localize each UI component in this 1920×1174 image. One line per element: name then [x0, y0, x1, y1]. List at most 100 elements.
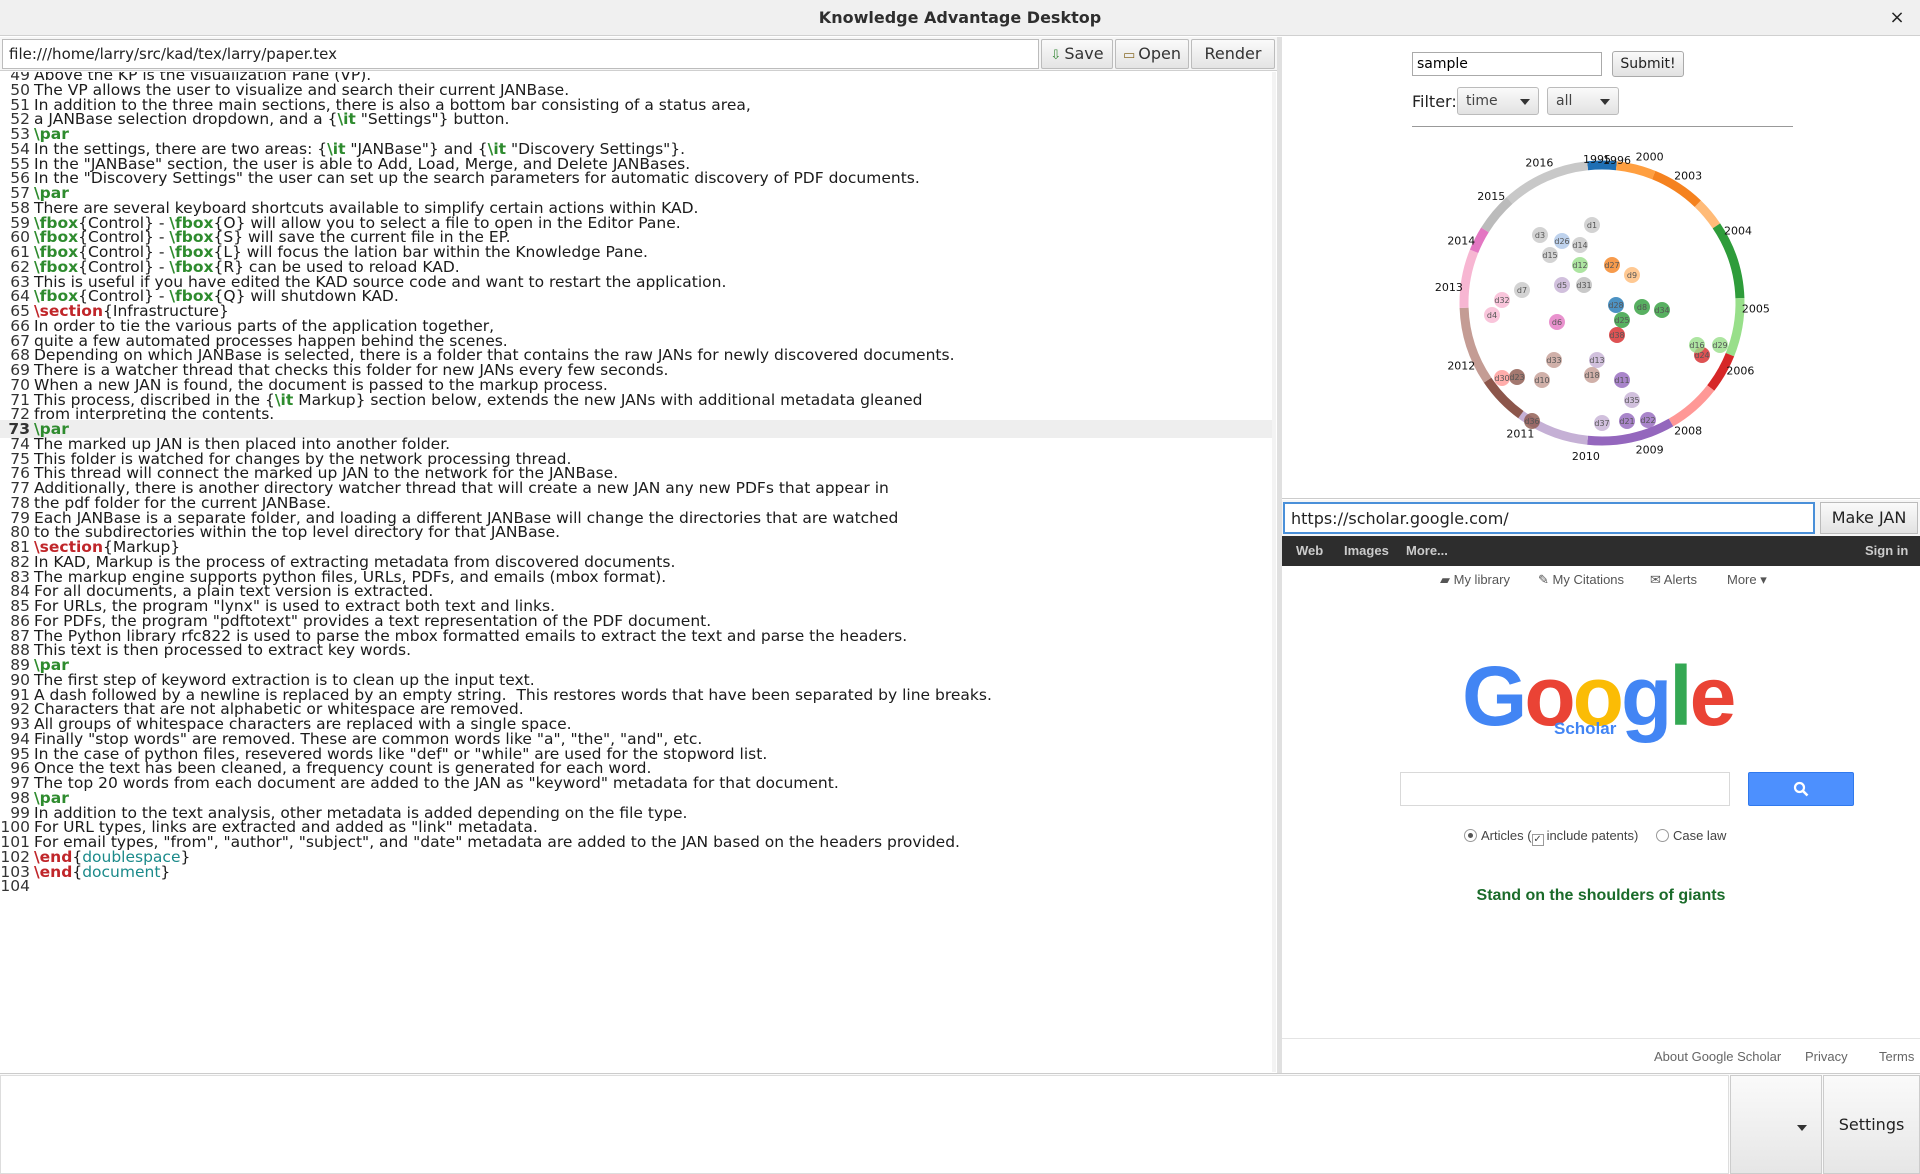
chevron-down-icon — [1797, 1125, 1807, 1131]
nav-web-link[interactable]: Web — [1296, 536, 1323, 566]
graph-node[interactable]: d35 — [1624, 392, 1640, 408]
include-patents-checkbox[interactable]: ✓ include patents) — [1531, 828, 1638, 846]
graph-node[interactable]: d18 — [1584, 367, 1600, 383]
sign-in-link[interactable]: Sign in — [1865, 536, 1908, 566]
timeline-arc — [1694, 200, 1721, 229]
about-scholar-link[interactable]: About Google Scholar — [1654, 1049, 1781, 1064]
graph-node[interactable]: d23 — [1509, 369, 1525, 385]
filter-time-value: time — [1466, 93, 1498, 109]
open-button[interactable]: ▭ Open — [1115, 39, 1189, 69]
close-icon: × — [1889, 7, 1905, 28]
graph-node[interactable]: d22 — [1640, 412, 1656, 428]
graph-node[interactable]: d3 — [1532, 227, 1548, 243]
graph-node[interactable]: d33 — [1546, 352, 1562, 368]
filter-time-select[interactable]: time — [1457, 87, 1539, 115]
scholar-search-button[interactable] — [1748, 772, 1854, 806]
nav-images-link[interactable]: Images — [1344, 536, 1389, 566]
settings-button[interactable]: Settings — [1823, 1075, 1920, 1174]
janbase-select[interactable] — [1730, 1075, 1822, 1174]
window-title-bar: Knowledge Advantage Desktop — [0, 0, 1920, 36]
graph-node[interactable]: d10 — [1534, 372, 1550, 388]
timeline-arc — [1459, 249, 1479, 308]
editor-line[interactable]: 104 — [0, 877, 1274, 895]
logo-letter: e — [1689, 649, 1737, 743]
graph-node[interactable]: d26 — [1554, 233, 1570, 249]
bottom-bar: Settings — [0, 1073, 1920, 1174]
graph-node[interactable]: d37 — [1594, 415, 1610, 431]
graph-node[interactable]: d9 — [1624, 267, 1640, 283]
graph-node-label: d10 — [1534, 376, 1549, 385]
save-button[interactable]: ⇩ Save — [1041, 39, 1113, 69]
scholar-subnav: ▰ My library ✎ My Citations ✉ Alerts Mor… — [1282, 566, 1920, 594]
graph-node[interactable]: d29 — [1712, 337, 1728, 353]
alerts-link[interactable]: ✉ Alerts — [1650, 572, 1697, 588]
graph-node-label: d4 — [1487, 311, 1497, 320]
my-citations-link[interactable]: ✎ My Citations — [1538, 572, 1624, 588]
submit-button[interactable]: Submit! — [1612, 51, 1684, 77]
graph-node[interactable]: d1 — [1584, 217, 1600, 233]
graph-node[interactable]: d27 — [1604, 257, 1620, 273]
graph-node-label: d36 — [1524, 417, 1539, 426]
graph-node-label: d14 — [1572, 241, 1587, 250]
editor-pane[interactable]: 49 Above the KP is the visualization Pane… — [0, 72, 1276, 1072]
case-law-label: Case law — [1672, 828, 1727, 843]
year-label: 2010 — [1572, 450, 1600, 463]
timeline-arc — [1668, 385, 1715, 427]
my-library-link[interactable]: ▰ My library — [1440, 572, 1510, 588]
close-button[interactable]: × — [1884, 0, 1910, 36]
graph-node-label: d29 — [1712, 341, 1727, 350]
graph-node[interactable]: d15 — [1542, 247, 1558, 263]
chevron-down-icon: ▾ — [1756, 572, 1767, 587]
make-jan-button[interactable]: Make JAN — [1820, 502, 1918, 534]
timeline-arc — [1615, 161, 1656, 180]
save-label: Save — [1064, 44, 1104, 63]
graph-node-label: d32 — [1494, 296, 1509, 305]
graph-node-label: d25 — [1614, 316, 1629, 325]
year-label: 2004 — [1724, 225, 1752, 238]
file-path-input[interactable] — [2, 39, 1039, 69]
graph-node[interactable]: d6 — [1549, 314, 1565, 330]
scholar-tagline: Stand on the shoulders of giants — [1476, 887, 1726, 904]
graph-node[interactable]: d13 — [1589, 352, 1605, 368]
scholar-search-input[interactable] — [1400, 772, 1730, 806]
render-label: Render — [1204, 44, 1262, 63]
graph-node[interactable]: d21 — [1619, 413, 1635, 429]
graph-node[interactable]: d7 — [1514, 282, 1530, 298]
editor-scrollbar[interactable] — [1272, 72, 1276, 1072]
graph-node[interactable]: d8 — [1634, 299, 1650, 315]
graph-node-label: d23 — [1509, 373, 1524, 382]
status-area — [0, 1075, 1729, 1174]
graph-node[interactable]: d34 — [1654, 302, 1670, 318]
filter-all-value: all — [1556, 93, 1573, 109]
graph-node[interactable]: d12 — [1572, 257, 1588, 273]
graph-node-label: d33 — [1546, 356, 1561, 365]
graph-node[interactable]: d31 — [1576, 277, 1592, 293]
terms-link[interactable]: Terms — [1879, 1049, 1914, 1064]
timeline-arc — [1725, 298, 1745, 357]
graph-node[interactable]: d11 — [1614, 372, 1630, 388]
graph-node[interactable]: d25 — [1614, 312, 1630, 328]
more-menu[interactable]: More ▾ — [1727, 572, 1767, 588]
graph-node[interactable]: d5 — [1554, 277, 1570, 293]
graph-node[interactable]: d16 — [1689, 337, 1705, 353]
graph-node[interactable]: d32 — [1494, 292, 1510, 308]
graph-node[interactable]: d36 — [1524, 413, 1540, 429]
graph-node-label: d31 — [1576, 281, 1591, 290]
url-input[interactable] — [1283, 502, 1815, 534]
render-button[interactable]: Render — [1191, 39, 1275, 69]
graph-node[interactable]: d4 — [1484, 307, 1500, 323]
visualization-pane: Submit! Filter: time all 199519962000200… — [1282, 37, 1920, 499]
graph-node-label: d21 — [1619, 417, 1634, 426]
nav-more-link[interactable]: More... — [1406, 536, 1448, 566]
filter-all-select[interactable]: all — [1547, 87, 1619, 115]
case-law-radio[interactable]: Case law — [1655, 828, 1727, 843]
graph-node[interactable]: d14 — [1572, 237, 1588, 253]
graph-node[interactable]: d28 — [1608, 297, 1624, 313]
privacy-link[interactable]: Privacy — [1805, 1049, 1848, 1064]
search-input[interactable] — [1412, 52, 1602, 76]
graph-node[interactable]: d38 — [1609, 327, 1625, 343]
timeline-network-graph[interactable]: 19951996 20002003200420052006200820092010… — [1412, 137, 1792, 497]
year-label: 2003 — [1674, 169, 1702, 182]
graph-node[interactable]: d30 — [1494, 370, 1510, 386]
articles-radio[interactable]: Articles ( — [1464, 828, 1532, 843]
